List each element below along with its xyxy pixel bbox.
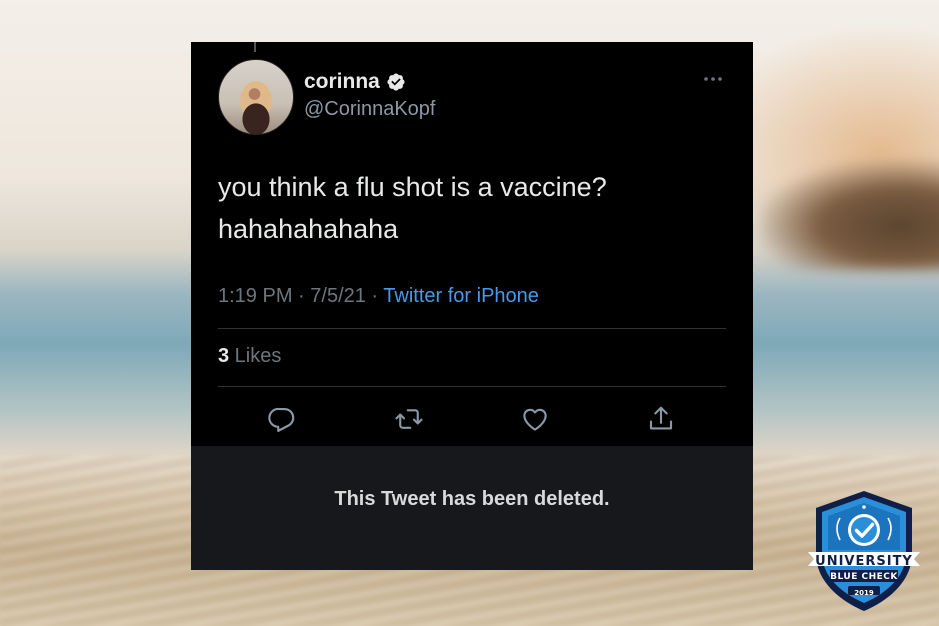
display-name[interactable]: corinna	[304, 70, 380, 94]
divider	[218, 328, 726, 329]
tweet-source-link[interactable]: Twitter for iPhone	[383, 285, 539, 307]
tweet-date[interactable]: 7/5/21	[310, 285, 366, 307]
avatar[interactable]	[218, 59, 294, 135]
likes-label: Likes	[229, 345, 282, 367]
badge-line-2: BLUE CHECK	[830, 572, 898, 582]
reply-icon	[268, 407, 295, 432]
tweet-text: you think a flu shot is a vaccine? hahah…	[218, 166, 718, 250]
heart-icon	[523, 408, 547, 431]
more-horizontal-icon[interactable]	[699, 70, 727, 88]
deleted-notice-panel: This Tweet has been deleted.	[191, 446, 753, 570]
tweet-text-line-1: you think a flu shot is a vaccine?	[218, 172, 607, 202]
badge-year: 2019	[854, 589, 874, 597]
retweet-button[interactable]	[394, 404, 424, 434]
reply-button[interactable]	[267, 404, 297, 434]
meta-separator: ·	[365, 285, 384, 307]
university-blue-check-logo: UNIVERSITY BLUE CHECK 2019	[808, 488, 920, 614]
meta-separator: ·	[292, 285, 311, 307]
deleted-notice: This Tweet has been deleted.	[334, 488, 610, 510]
share-icon	[649, 406, 673, 430]
likes-count: 3	[218, 345, 230, 367]
retweet-icon	[395, 409, 423, 429]
tweet-card: corinna @CorinnaKopf you think a flu sho…	[191, 42, 753, 570]
tweet-author[interactable]: corinna	[304, 70, 406, 94]
like-button[interactable]	[520, 404, 550, 434]
share-button[interactable]	[646, 404, 676, 434]
badge-line-1: UNIVERSITY	[815, 554, 913, 569]
verified-badge-icon	[386, 72, 406, 92]
user-handle[interactable]: @CorinnaKopf	[304, 98, 435, 121]
tweet-actions	[191, 398, 753, 438]
divider	[218, 386, 726, 387]
thread-line	[254, 42, 256, 52]
background-headland	[760, 160, 939, 270]
tweet-text-line-2: hahahahahaha	[218, 214, 399, 244]
likes-link[interactable]: 3 Likes	[218, 345, 281, 368]
tweet-time[interactable]: 1:19 PM	[218, 285, 292, 307]
tweet-meta: 1:19 PM · 7/5/21 · Twitter for iPhone	[218, 285, 539, 308]
